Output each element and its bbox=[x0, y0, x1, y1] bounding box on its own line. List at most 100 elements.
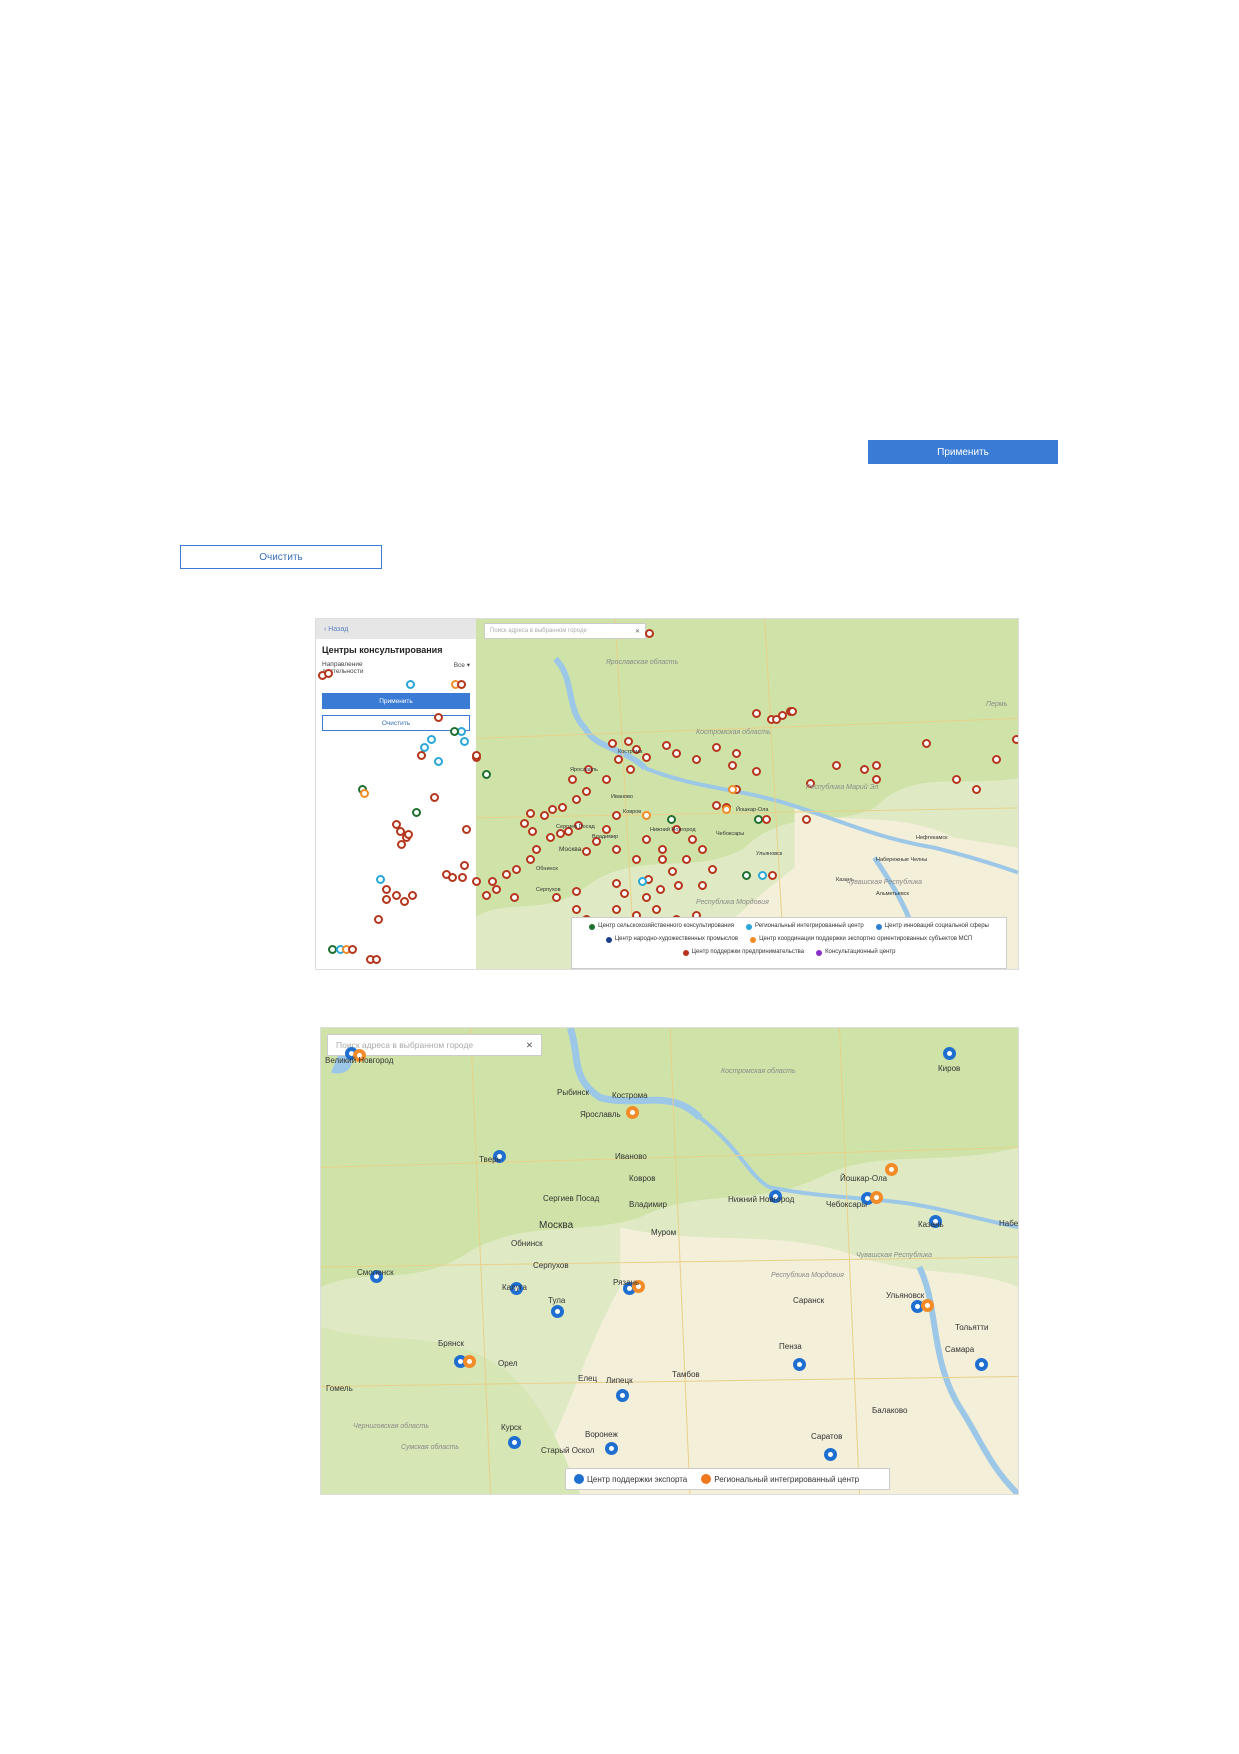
map-marker-icon[interactable] bbox=[707, 864, 717, 874]
map-marker-icon[interactable] bbox=[697, 880, 707, 890]
map-marker-icon[interactable] bbox=[459, 736, 469, 746]
map-marker-icon[interactable] bbox=[974, 1357, 988, 1371]
map-marker-icon[interactable] bbox=[644, 628, 654, 638]
map-marker-icon[interactable] bbox=[457, 872, 467, 882]
map-marker-icon[interactable] bbox=[823, 1447, 837, 1461]
legend-item[interactable]: Консультационный центр bbox=[816, 947, 895, 958]
legend-item[interactable]: Центр народно-художественных промыслов bbox=[605, 934, 738, 945]
legend-item[interactable]: Центр инноваций социальной сферы bbox=[875, 921, 989, 932]
map-marker-icon[interactable] bbox=[951, 774, 961, 784]
map-marker-icon[interactable] bbox=[481, 890, 491, 900]
map-marker-icon[interactable] bbox=[547, 804, 557, 814]
map-marker-icon[interactable] bbox=[661, 740, 671, 750]
map-marker-icon[interactable] bbox=[491, 884, 501, 894]
map-marker-icon[interactable] bbox=[601, 774, 611, 784]
close-icon[interactable]: ✕ bbox=[526, 1040, 533, 1051]
map-marker-icon[interactable] bbox=[971, 784, 981, 794]
map-marker-icon[interactable] bbox=[527, 826, 537, 836]
map-marker-icon[interactable] bbox=[871, 760, 881, 770]
map-marker-icon[interactable] bbox=[525, 854, 535, 864]
map-marker-icon[interactable] bbox=[631, 854, 641, 864]
map-marker-icon[interactable] bbox=[869, 1190, 883, 1204]
map-marker-icon[interactable] bbox=[991, 754, 1001, 764]
map-marker-icon[interactable] bbox=[459, 860, 469, 870]
map-marker-icon[interactable] bbox=[727, 784, 737, 794]
map-marker-icon[interactable] bbox=[571, 886, 581, 896]
map-marker-icon[interactable] bbox=[607, 738, 617, 748]
map-marker-icon[interactable] bbox=[671, 748, 681, 758]
map-marker-icon[interactable] bbox=[416, 750, 426, 760]
map-marker-icon[interactable] bbox=[399, 896, 409, 906]
map-marker-icon[interactable] bbox=[641, 810, 651, 820]
map-marker-icon[interactable] bbox=[711, 742, 721, 752]
map-marker-icon[interactable] bbox=[727, 760, 737, 770]
map-marker-icon[interactable] bbox=[657, 844, 667, 854]
map-marker-icon[interactable] bbox=[751, 708, 761, 718]
map-marker-icon[interactable] bbox=[371, 954, 381, 964]
map-marker-icon[interactable] bbox=[447, 872, 457, 882]
map-marker-icon[interactable] bbox=[757, 870, 767, 880]
map-marker-icon[interactable] bbox=[391, 890, 401, 900]
map-marker-icon[interactable] bbox=[509, 892, 519, 902]
legend-item[interactable]: Центр поддержки экспорта bbox=[574, 1474, 687, 1484]
map-marker-icon[interactable] bbox=[462, 1354, 476, 1368]
map-marker-icon[interactable] bbox=[373, 914, 383, 924]
map-marker-icon[interactable] bbox=[557, 802, 567, 812]
map-marker-icon[interactable] bbox=[611, 810, 621, 820]
map-marker-icon[interactable] bbox=[920, 1298, 934, 1312]
map-marker-icon[interactable] bbox=[567, 774, 577, 784]
map-marker-icon[interactable] bbox=[921, 738, 931, 748]
map-marker-icon[interactable] bbox=[381, 894, 391, 904]
map-marker-icon[interactable] bbox=[456, 679, 466, 689]
map-marker-icon[interactable] bbox=[403, 829, 413, 839]
panel-clear-button[interactable]: Очистить bbox=[322, 715, 470, 731]
map-marker-icon[interactable] bbox=[1011, 734, 1018, 744]
map-marker-icon[interactable] bbox=[550, 1304, 564, 1318]
map-marker-icon[interactable] bbox=[871, 774, 881, 784]
map-marker-icon[interactable] bbox=[666, 814, 676, 824]
legend-item[interactable]: Центр координации поддержки экспортно ор… bbox=[750, 934, 972, 945]
map-marker-icon[interactable] bbox=[771, 714, 781, 724]
activity-filter[interactable]: Направление деятельности Все ▾ bbox=[316, 661, 476, 675]
map-marker-icon[interactable] bbox=[741, 870, 751, 880]
map-marker-icon[interactable] bbox=[673, 880, 683, 890]
map-marker-icon[interactable] bbox=[525, 808, 535, 818]
map-marker-icon[interactable] bbox=[411, 807, 421, 817]
back-link[interactable]: ‹ Назад bbox=[316, 619, 476, 639]
map-marker-icon[interactable] bbox=[581, 846, 591, 856]
map-marker-icon[interactable] bbox=[687, 834, 697, 844]
map-marker-icon[interactable] bbox=[751, 766, 761, 776]
clear-button[interactable]: Очистить bbox=[180, 545, 382, 569]
map-marker-icon[interactable] bbox=[619, 888, 629, 898]
legend-item[interactable]: Региональный интегрированный центр bbox=[701, 1474, 859, 1484]
map-marker-icon[interactable] bbox=[611, 904, 621, 914]
map-marker-icon[interactable] bbox=[449, 726, 459, 736]
map-marker-icon[interactable] bbox=[604, 1441, 618, 1455]
map-marker-icon[interactable] bbox=[433, 756, 443, 766]
map-marker-icon[interactable] bbox=[426, 734, 436, 744]
map-marker-icon[interactable] bbox=[501, 869, 511, 879]
close-icon[interactable]: ✕ bbox=[635, 628, 640, 635]
map-marker-icon[interactable] bbox=[697, 844, 707, 854]
address-search-input[interactable]: Поиск адреса в выбранном городе ✕ bbox=[484, 623, 646, 639]
map-marker-icon[interactable] bbox=[405, 679, 415, 689]
map-marker-icon[interactable] bbox=[471, 750, 481, 760]
map-marker-icon[interactable] bbox=[571, 904, 581, 914]
map-marker-icon[interactable] bbox=[767, 870, 777, 880]
map-marker-icon[interactable] bbox=[721, 804, 731, 814]
map-marker-icon[interactable] bbox=[519, 818, 529, 828]
map-marker-icon[interactable] bbox=[359, 788, 369, 798]
map-marker-icon[interactable] bbox=[511, 864, 521, 874]
map-marker-icon[interactable] bbox=[375, 874, 385, 884]
map-marker-icon[interactable] bbox=[615, 1388, 629, 1402]
map-marker-icon[interactable] bbox=[831, 760, 841, 770]
map-marker-icon[interactable] bbox=[641, 892, 651, 902]
map-marker-icon[interactable] bbox=[657, 854, 667, 864]
map-marker-icon[interactable] bbox=[429, 792, 439, 802]
map-marker-icon[interactable] bbox=[655, 884, 665, 894]
filter-select[interactable]: Все ▾ bbox=[454, 661, 470, 675]
map-marker-icon[interactable] bbox=[539, 810, 549, 820]
map-marker-icon[interactable] bbox=[461, 824, 471, 834]
map-marker-icon[interactable] bbox=[507, 1435, 521, 1449]
legend-item[interactable]: Региональный интегрированный центр bbox=[746, 921, 864, 932]
